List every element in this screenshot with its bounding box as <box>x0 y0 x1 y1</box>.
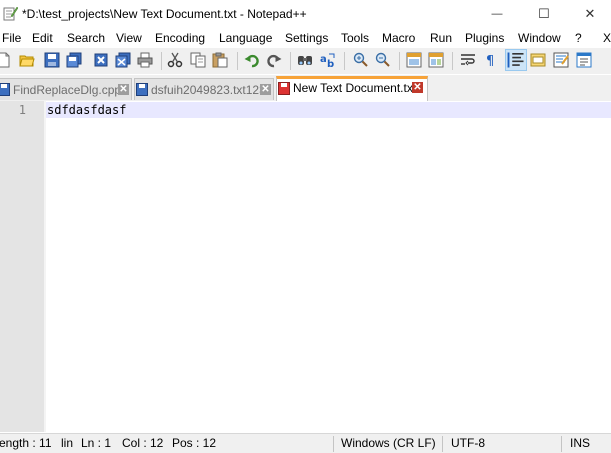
status-insert-mode[interactable]: INS <box>570 434 590 453</box>
editor-line-text[interactable]: sdfdasfdasf <box>47 103 126 117</box>
replace-icon[interactable]: ab <box>320 52 336 68</box>
show-all-chars-icon[interactable]: ¶ <box>483 52 499 68</box>
svg-text:¶: ¶ <box>486 54 494 68</box>
status-col: Col : 12 <box>122 436 164 450</box>
menu-encoding[interactable]: Encoding <box>155 31 205 45</box>
minimize-button[interactable]: — <box>474 0 520 28</box>
status-ln: Ln : 1 <box>81 436 112 450</box>
doc-map-icon[interactable] <box>553 52 569 68</box>
function-list-icon[interactable] <box>576 52 592 68</box>
maximize-button[interactable]: ☐ <box>521 0 567 28</box>
document-tabs: FindReplaceDlg.cpp ✕ dsfuih2049823.txt12… <box>0 75 611 102</box>
save-icon[interactable] <box>44 52 60 68</box>
close-window-button[interactable]: ✕ <box>567 0 611 28</box>
menu-tools[interactable]: Tools <box>341 31 369 45</box>
tab-close-icon[interactable]: ✕ <box>260 84 271 95</box>
tab-label: New Text Document.txt <box>293 81 417 95</box>
menu-macro[interactable]: Macro <box>382 31 415 45</box>
print-icon[interactable] <box>137 52 153 68</box>
tab-label: dsfuih2049823.txt123 <box>151 83 266 97</box>
user-language-icon[interactable] <box>530 52 546 68</box>
status-separator <box>333 436 334 452</box>
menu-run[interactable]: Run <box>430 31 452 45</box>
tab-new-text-document[interactable]: New Text Document.txt ✕ <box>276 76 428 101</box>
close-all-icon[interactable] <box>115 52 131 68</box>
open-file-icon[interactable] <box>19 52 35 68</box>
menu-close-doc[interactable]: X <box>603 31 611 45</box>
toolbar-separator <box>344 52 345 70</box>
tab-close-icon[interactable]: ✕ <box>118 84 129 95</box>
line-number-gutter: 1 <box>0 101 44 432</box>
status-bar: ength : 11 lin Ln : 1 Col : 12 Pos : 12 … <box>0 433 611 453</box>
undo-icon[interactable] <box>244 52 260 68</box>
editor-area[interactable]: 1 sdfdasfdasf <box>0 101 611 432</box>
copy-icon[interactable] <box>190 52 206 68</box>
menu-bar: File Edit Search View Encoding Language … <box>0 28 611 48</box>
menu-file[interactable]: File <box>2 31 21 45</box>
sync-horizontal-icon[interactable] <box>428 52 444 68</box>
minimize-icon: — <box>491 8 503 20</box>
status-length: ength : 11 <box>0 436 52 450</box>
save-all-icon[interactable] <box>66 52 82 68</box>
menu-language[interactable]: Language <box>219 31 272 45</box>
fold-margin[interactable] <box>44 101 46 432</box>
toolbar-separator <box>452 52 453 70</box>
status-lines: lin <box>61 436 74 450</box>
sync-vertical-icon[interactable] <box>406 52 422 68</box>
close-file-icon[interactable] <box>93 52 109 68</box>
svg-text:a: a <box>320 54 327 65</box>
current-line-highlight <box>46 102 611 118</box>
svg-text:b: b <box>327 59 334 68</box>
unsaved-file-icon <box>278 82 290 95</box>
menu-help[interactable]: ? <box>575 31 582 45</box>
indent-guide-icon[interactable] <box>505 49 527 71</box>
saved-file-icon <box>136 83 148 96</box>
menu-window[interactable]: Window <box>518 31 561 45</box>
find-icon[interactable] <box>297 52 313 68</box>
menu-settings[interactable]: Settings <box>285 31 328 45</box>
menu-edit[interactable]: Edit <box>32 31 53 45</box>
toolbar-separator <box>161 52 162 70</box>
line-number: 1 <box>18 103 26 117</box>
saved-file-icon <box>0 83 10 96</box>
toolbar-separator <box>290 52 291 70</box>
redo-icon[interactable] <box>266 52 282 68</box>
zoom-in-icon[interactable] <box>353 52 369 68</box>
status-separator <box>442 436 443 452</box>
window-title: *D:\test_projects\New Text Document.txt … <box>22 7 307 21</box>
menu-view[interactable]: View <box>116 31 142 45</box>
toolbar-separator <box>237 52 238 70</box>
maximize-icon: ☐ <box>538 6 550 21</box>
status-eol[interactable]: Windows (CR LF) <box>341 434 436 453</box>
status-encoding[interactable]: UTF-8 <box>451 434 485 453</box>
word-wrap-icon[interactable] <box>460 52 476 68</box>
tab-label: FindReplaceDlg.cpp <box>13 83 122 97</box>
status-pos: Pos : 12 <box>172 436 217 450</box>
zoom-out-icon[interactable] <box>375 52 391 68</box>
toolbar: ab ¶ <box>0 48 611 74</box>
title-bar: *D:\test_projects\New Text Document.txt … <box>0 0 611 28</box>
menu-search[interactable]: Search <box>67 31 105 45</box>
tab-close-icon[interactable]: ✕ <box>412 82 423 93</box>
close-icon: ✕ <box>584 6 596 21</box>
toolbar-separator <box>399 52 400 70</box>
cut-icon[interactable] <box>167 52 183 68</box>
notepad-plus-plus-icon <box>3 6 18 21</box>
tab-findreplacedlg[interactable]: FindReplaceDlg.cpp ✕ <box>0 78 132 100</box>
paste-icon[interactable] <box>212 52 228 68</box>
menu-plugins[interactable]: Plugins <box>465 31 504 45</box>
status-separator <box>561 436 562 452</box>
tab-dsfuih2049823[interactable]: dsfuih2049823.txt123 ✕ <box>134 78 274 100</box>
new-file-icon[interactable] <box>0 52 12 68</box>
